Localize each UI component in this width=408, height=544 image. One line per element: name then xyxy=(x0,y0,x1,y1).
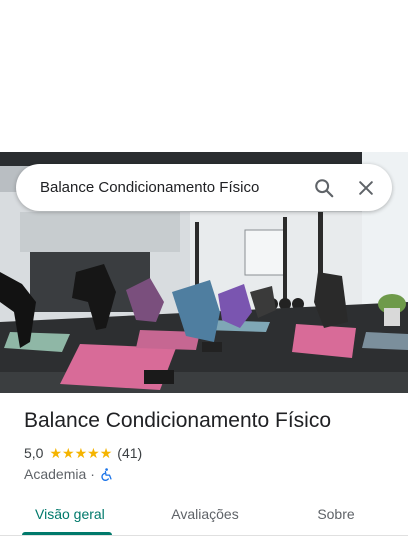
tab-about-label: Sobre xyxy=(317,506,355,522)
star-icon: ★ xyxy=(87,445,100,461)
wheelchair-accessible-icon xyxy=(101,467,112,481)
review-count[interactable]: (41) xyxy=(117,445,142,461)
tab-reviews[interactable]: Avaliações xyxy=(158,494,252,534)
star-icon: ★ xyxy=(49,445,63,461)
close-icon xyxy=(359,180,373,195)
rating-row: 5,0 ★ ★ ★ ★ ★ (41) xyxy=(24,444,142,462)
star-icon: ★ xyxy=(74,445,88,461)
category-separator: · xyxy=(90,466,95,482)
tab-reviews-label: Avaliações xyxy=(171,506,239,522)
star-rating: ★ ★ ★ ★ ★ xyxy=(49,446,112,460)
star-icon: ★ xyxy=(62,445,75,461)
tabs-divider xyxy=(0,535,408,536)
place-tabs: Visão geral Avaliações Sobre xyxy=(0,494,408,536)
tab-overview-label: Visão geral xyxy=(35,506,105,522)
search-button[interactable] xyxy=(308,172,340,204)
rating-value: 5,0 xyxy=(24,445,44,461)
search-input[interactable] xyxy=(40,179,298,196)
place-title: Balance Condicionamento Físico xyxy=(24,409,332,432)
tab-overview[interactable]: Visão geral xyxy=(22,494,122,534)
clear-search-button[interactable] xyxy=(350,172,382,204)
search-bar xyxy=(16,164,392,211)
place-category: Academia xyxy=(24,466,87,482)
category-row: Academia · xyxy=(24,465,113,483)
star-icon: ★ xyxy=(99,445,113,461)
search-icon xyxy=(315,178,334,197)
tab-about[interactable]: Sobre xyxy=(300,494,372,534)
